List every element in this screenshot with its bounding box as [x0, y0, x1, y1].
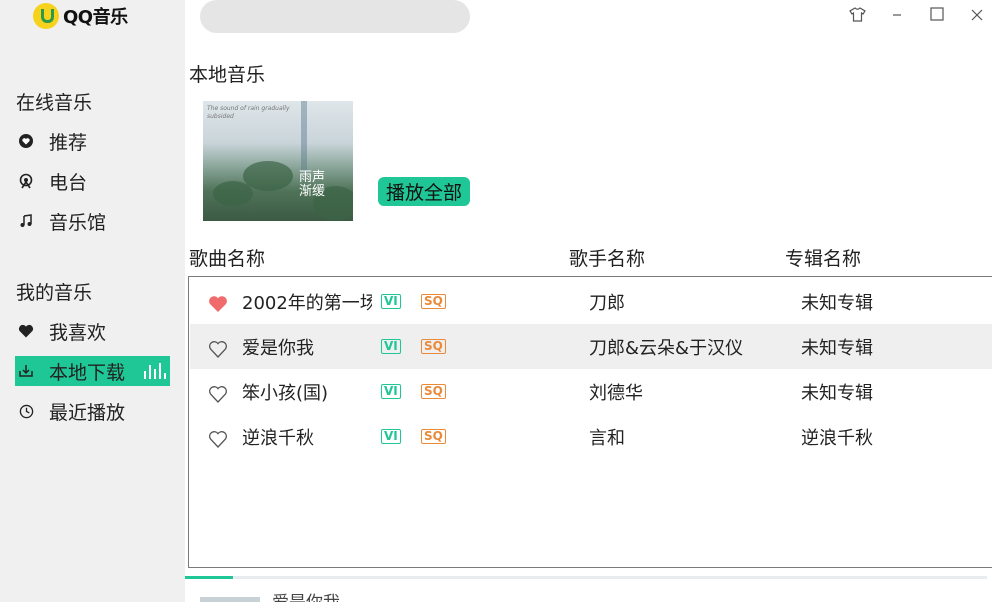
- sidebar-item-local-download[interactable]: 本地下载: [15, 356, 170, 386]
- artist-name: 刀郎: [589, 292, 625, 314]
- table-row[interactable]: 爱是你我 VI SQ 刀郎&云朵&于汉仪 未知专辑: [190, 324, 992, 369]
- play-all-button[interactable]: 播放全部: [378, 177, 471, 206]
- search-input[interactable]: [200, 0, 470, 33]
- heart-outline-icon[interactable]: [208, 385, 228, 403]
- artist-name: 刘德华: [589, 382, 643, 404]
- sidebar: QQ音乐 在线音乐 推荐 电台 音乐馆 我的音乐 我喜欢 本地下载 最近播放: [0, 0, 185, 602]
- column-header-album[interactable]: 专辑名称: [785, 244, 861, 271]
- table-row[interactable]: 2002年的第一场雪 VI SQ 刀郎 未知专辑: [190, 279, 992, 324]
- sidebar-item-recommend[interactable]: 推荐: [15, 126, 170, 156]
- sidebar-item-label: 最近播放: [49, 401, 126, 424]
- heart-outline-icon[interactable]: [208, 340, 228, 358]
- artist-name: 言和: [589, 427, 625, 449]
- maximize-icon: [930, 7, 944, 25]
- sidebar-item-label: 我喜欢: [49, 321, 107, 344]
- music-note-icon: [15, 214, 37, 228]
- close-button[interactable]: [966, 5, 988, 27]
- cover-title: 雨声渐缓: [299, 170, 326, 199]
- sq-tag: SQ: [421, 294, 446, 309]
- song-name: 爱是你我: [242, 337, 314, 359]
- album-cover: The sound of rain gradually subsided 雨声渐…: [203, 101, 353, 221]
- album-name: 逆浪千秋: [801, 427, 873, 449]
- now-playing-cover[interactable]: [200, 597, 260, 602]
- sidebar-item-label: 本地下载: [49, 361, 126, 384]
- vip-tag: VI: [381, 294, 401, 309]
- heart-icon: [15, 324, 37, 338]
- sidebar-item-label: 电台: [49, 171, 88, 194]
- sq-tag: SQ: [421, 429, 446, 444]
- online-music-title: 在线音乐: [16, 92, 93, 114]
- table-row[interactable]: 逆浪千秋 VI SQ 言和 逆浪千秋: [190, 414, 992, 459]
- vip-tag: VI: [381, 429, 401, 444]
- radio-icon: [15, 173, 37, 189]
- now-playing-title: 爱是你我: [272, 592, 340, 602]
- playback-progress-bar[interactable]: [185, 576, 987, 579]
- artist-name: 刀郎&云朵&于汉仪: [589, 337, 744, 359]
- album-name: 未知专辑: [801, 337, 873, 359]
- tshirt-icon: [848, 6, 866, 26]
- song-list: 2002年的第一场雪 VI SQ 刀郎 未知专辑 爱是你我 VI SQ 刀郎&云…: [188, 276, 992, 568]
- sidebar-item-label: 音乐馆: [49, 211, 107, 234]
- heart-outline-icon[interactable]: [208, 430, 228, 448]
- page-title: 本地音乐: [189, 64, 266, 86]
- close-icon: [971, 7, 983, 25]
- liked-heart-icon[interactable]: [208, 295, 228, 313]
- column-header-song[interactable]: 歌曲名称: [189, 244, 265, 271]
- logo-text: QQ音乐: [63, 7, 128, 28]
- column-header-artist[interactable]: 歌手名称: [569, 244, 645, 271]
- table-row[interactable]: 笨小孩(国) VI SQ 刘德华 未知专辑: [190, 369, 992, 414]
- minimize-icon: [891, 7, 903, 25]
- album-name: 未知专辑: [801, 382, 873, 404]
- album-name: 未知专辑: [801, 292, 873, 314]
- download-icon: [15, 364, 37, 378]
- qq-music-logo-icon: [33, 3, 59, 29]
- heart-bubble-icon: [15, 133, 37, 149]
- sidebar-item-recent[interactable]: 最近播放: [15, 396, 170, 426]
- maximize-button[interactable]: [926, 5, 948, 27]
- skin-button[interactable]: [846, 5, 868, 27]
- cover-script: The sound of rain gradually subsided: [207, 105, 290, 120]
- song-name: 逆浪千秋: [242, 427, 314, 449]
- app-logo[interactable]: QQ音乐: [33, 2, 128, 30]
- sq-tag: SQ: [421, 384, 446, 399]
- song-name: 笨小孩(国): [242, 382, 329, 404]
- my-music-title: 我的音乐: [16, 282, 93, 304]
- sidebar-item-radio[interactable]: 电台: [15, 166, 170, 196]
- song-name: 2002年的第一场雪: [242, 292, 372, 314]
- clock-icon: [15, 404, 37, 419]
- sq-tag: SQ: [421, 339, 446, 354]
- minimize-button[interactable]: [886, 5, 908, 27]
- sidebar-item-music-hall[interactable]: 音乐馆: [15, 206, 170, 236]
- vip-tag: VI: [381, 384, 401, 399]
- vip-tag: VI: [381, 339, 401, 354]
- progress-fill: [185, 576, 234, 579]
- playing-bars-icon: [144, 363, 166, 379]
- sidebar-item-label: 推荐: [49, 131, 88, 154]
- sidebar-item-favorites[interactable]: 我喜欢: [15, 316, 170, 346]
